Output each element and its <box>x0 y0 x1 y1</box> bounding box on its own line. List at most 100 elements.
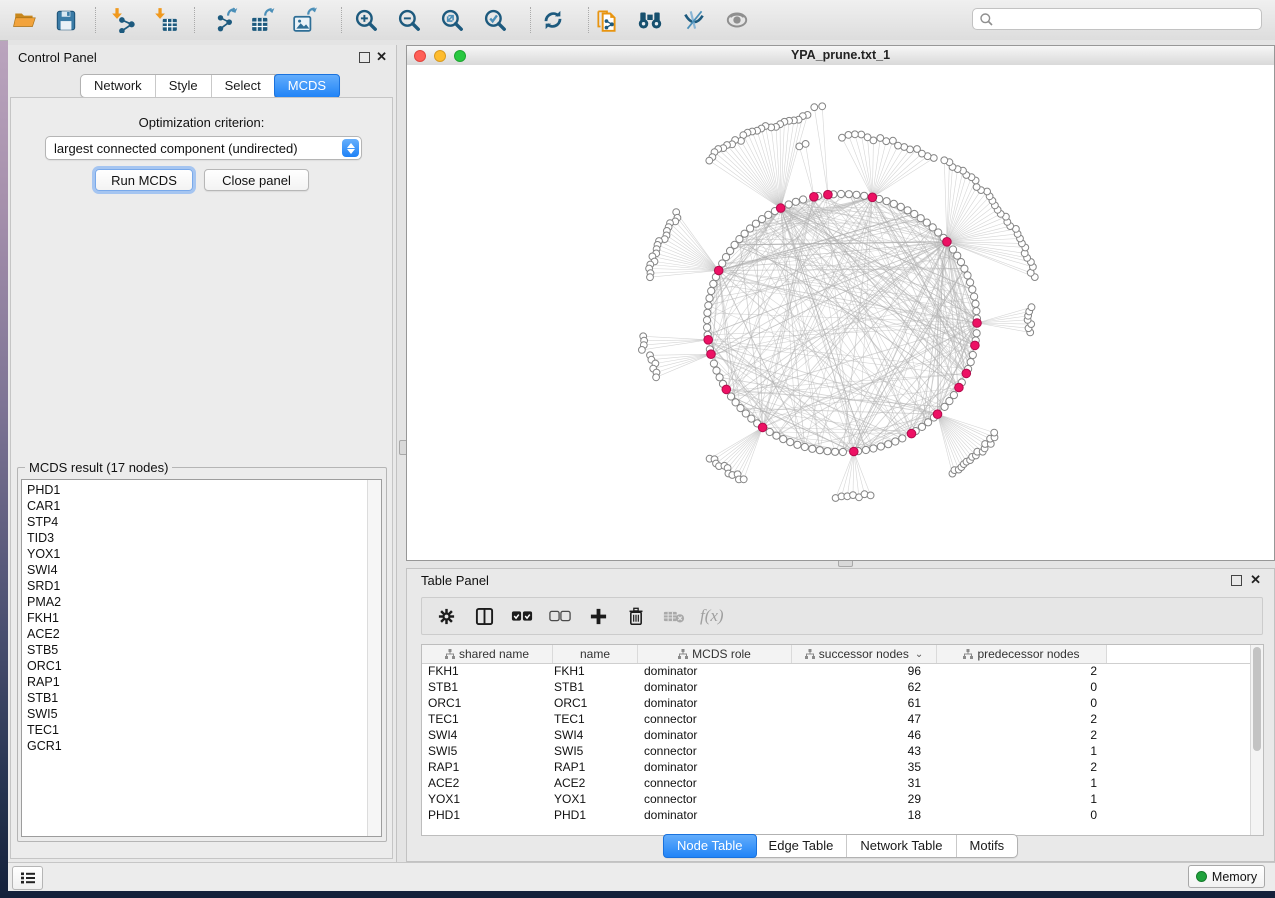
graph-node[interactable] <box>765 211 772 218</box>
graph-mcds-hub-node[interactable] <box>943 238 952 247</box>
table-row[interactable]: SWI5SWI5connector431 <box>422 743 1251 759</box>
export-image-icon[interactable] <box>288 3 322 37</box>
graph-leaf-node[interactable] <box>852 131 859 138</box>
graph-mcds-hub-node[interactable] <box>933 410 942 419</box>
graph-mcds-hub-node[interactable] <box>907 429 916 438</box>
graph-leaf-node[interactable] <box>991 429 998 436</box>
graph-leaf-node[interactable] <box>901 144 908 151</box>
float-panel-icon[interactable] <box>1231 575 1242 586</box>
list-item[interactable]: STB1 <box>22 690 367 706</box>
zoom-in-icon[interactable] <box>349 3 383 37</box>
graph-node[interactable] <box>801 443 808 450</box>
graph-node[interactable] <box>853 191 860 198</box>
graph-node[interactable] <box>787 439 794 446</box>
graph-mcds-hub-node[interactable] <box>776 204 785 213</box>
graph-node[interactable] <box>838 190 845 197</box>
refresh-icon[interactable] <box>536 3 570 37</box>
list-item[interactable]: STP4 <box>22 514 367 530</box>
graph-node[interactable] <box>792 198 799 205</box>
graph-node[interactable] <box>969 351 976 358</box>
list-item[interactable]: SWI4 <box>22 562 367 578</box>
graph-node[interactable] <box>758 216 765 223</box>
graph-node[interactable] <box>785 201 792 208</box>
list-item[interactable]: PMA2 <box>22 594 367 610</box>
column-header-mcds-role[interactable]: MCDS role <box>638 645 792 663</box>
graph-node[interactable] <box>950 392 957 399</box>
deselect-all-icon[interactable] <box>548 604 572 628</box>
graph-mcds-hub-node[interactable] <box>714 266 723 275</box>
graph-node[interactable] <box>973 308 980 315</box>
zoom-selected-icon[interactable] <box>478 3 512 37</box>
show-hide-graphics-details-icon[interactable] <box>677 3 711 37</box>
task-history-list-icon[interactable] <box>12 866 43 890</box>
graph-node[interactable] <box>967 359 974 366</box>
list-item[interactable]: CAR1 <box>22 498 367 514</box>
graph-leaf-node[interactable] <box>890 137 897 144</box>
graph-mcds-hub-node[interactable] <box>722 385 731 394</box>
table-scrollbar[interactable] <box>1250 645 1263 835</box>
network-canvas[interactable] <box>407 65 1274 560</box>
delete-trash-icon[interactable] <box>624 604 648 628</box>
graph-leaf-node[interactable] <box>861 491 868 498</box>
column-header-successor-nodes[interactable]: successor nodes⌄ <box>792 645 937 663</box>
column-header-shared-name[interactable]: shared name <box>422 645 553 663</box>
export-network-icon[interactable] <box>210 3 244 37</box>
graph-leaf-node[interactable] <box>811 104 818 111</box>
table-row[interactable]: YOX1YOX1connector291 <box>422 791 1251 807</box>
graph-node[interactable] <box>716 374 723 381</box>
graph-leaf-node[interactable] <box>706 157 713 164</box>
table-row[interactable]: STB1STB1dominator620 <box>422 679 1251 695</box>
select-all-icon[interactable] <box>510 604 534 628</box>
list-item[interactable]: RAP1 <box>22 674 367 690</box>
zoom-out-icon[interactable] <box>392 3 426 37</box>
list-item[interactable]: FKH1 <box>22 610 367 626</box>
graph-node[interactable] <box>949 246 956 253</box>
graph-mcds-hub-node[interactable] <box>973 319 982 328</box>
tab-network[interactable]: Network <box>81 75 156 97</box>
column-header-name[interactable]: name <box>553 645 638 663</box>
graph-leaf-node[interactable] <box>1028 304 1035 311</box>
graph-leaf-node[interactable] <box>845 132 852 139</box>
graph-node[interactable] <box>780 436 787 443</box>
graph-leaf-node[interactable] <box>647 274 654 281</box>
graph-node[interactable] <box>877 443 884 450</box>
graph-leaf-node[interactable] <box>653 374 660 381</box>
tab-mcds[interactable]: MCDS <box>274 74 340 98</box>
table-settings-gear-icon[interactable] <box>434 604 458 628</box>
graph-node[interactable] <box>704 324 711 331</box>
new-network-from-selection-icon[interactable] <box>590 3 624 37</box>
tab-style[interactable]: Style <box>156 75 212 97</box>
graph-mcds-hub-node[interactable] <box>824 190 833 199</box>
import-network-icon[interactable] <box>106 3 140 37</box>
graph-node[interactable] <box>703 317 710 324</box>
column-header-predecessor-nodes[interactable]: predecessor nodes <box>937 645 1107 663</box>
search-input[interactable] <box>994 11 1261 27</box>
close-panel-button[interactable]: Close panel <box>204 169 309 191</box>
graph-node[interactable] <box>713 367 720 374</box>
search-box[interactable] <box>972 8 1262 30</box>
list-item[interactable]: GCR1 <box>22 738 367 754</box>
table-row[interactable]: SWI4SWI4dominator462 <box>422 727 1251 743</box>
import-table-icon[interactable] <box>149 3 183 37</box>
run-mcds-button[interactable]: Run MCDS <box>95 169 193 191</box>
tab-motifs[interactable]: Motifs <box>957 835 1018 857</box>
graph-node[interactable] <box>800 196 807 203</box>
graph-node[interactable] <box>904 207 911 214</box>
graph-node[interactable] <box>973 330 980 337</box>
graph-node[interactable] <box>705 302 712 309</box>
show-columns-icon[interactable] <box>472 604 496 628</box>
graph-mcds-hub-node[interactable] <box>758 423 767 432</box>
scrollbar-thumb[interactable] <box>1253 647 1261 751</box>
list-item[interactable]: ACE2 <box>22 626 367 642</box>
graph-leaf-node[interactable] <box>858 131 865 138</box>
graph-node[interactable] <box>972 300 979 307</box>
graph-leaf-node[interactable] <box>740 476 747 483</box>
graph-mcds-hub-node[interactable] <box>962 369 971 378</box>
list-item[interactable]: PHD1 <box>22 482 367 498</box>
zoom-fit-icon[interactable] <box>435 3 469 37</box>
graph-leaf-node[interactable] <box>819 103 826 110</box>
graph-node[interactable] <box>964 272 971 279</box>
graph-node[interactable] <box>845 191 852 198</box>
tab-edge-table[interactable]: Edge Table <box>756 835 848 857</box>
graph-mcds-hub-node[interactable] <box>850 447 859 456</box>
